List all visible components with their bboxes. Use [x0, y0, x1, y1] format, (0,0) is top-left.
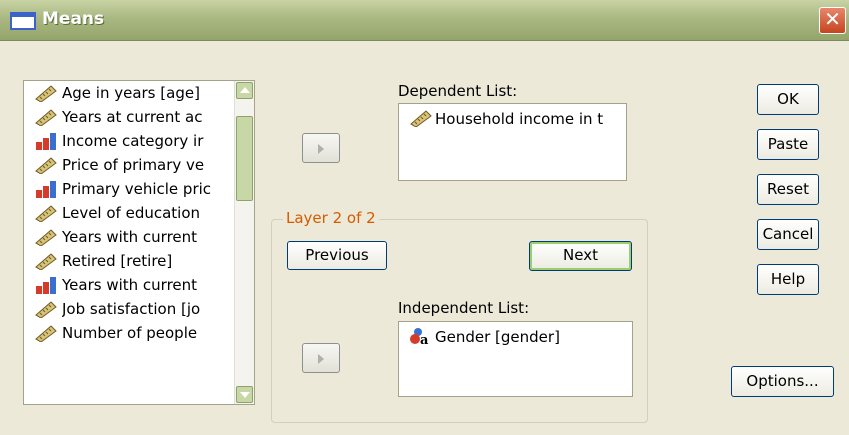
chevron-up-icon: [240, 87, 250, 93]
independent-list[interactable]: Gender [gender]: [398, 321, 633, 397]
move-to-dependent-button[interactable]: [302, 133, 340, 163]
variable-list-item[interactable]: Number of people: [24, 321, 254, 345]
scale-ruler-icon: [34, 300, 58, 318]
scale-ruler-icon: [34, 108, 58, 126]
title-bar: Means ✕: [0, 0, 849, 41]
previous-button[interactable]: Previous: [287, 241, 387, 270]
options-button[interactable]: Options...: [731, 366, 834, 397]
variable-label: Retired [retire]: [62, 252, 173, 270]
independent-item-label: Gender [gender]: [435, 328, 560, 346]
scale-ruler-icon: [34, 84, 58, 102]
reset-button[interactable]: Reset: [757, 174, 819, 205]
help-button-label: Help: [770, 270, 806, 288]
variable-list-item[interactable]: Years with current: [24, 273, 254, 297]
cancel-button[interactable]: Cancel: [757, 219, 819, 250]
variable-list-scrollbar[interactable]: [234, 81, 254, 404]
paste-button-label: Paste: [767, 135, 809, 153]
nominal-icon: [409, 327, 433, 345]
close-button[interactable]: ✕: [819, 7, 846, 34]
next-button[interactable]: Next: [529, 241, 632, 271]
variable-list[interactable]: Age in years [age] Years at current ac Inc…: [23, 80, 255, 405]
dependent-item-label: Household income in t: [435, 110, 604, 128]
reset-button-label: Reset: [767, 180, 809, 198]
scroll-up-button[interactable]: [236, 82, 253, 99]
variable-list-item[interactable]: Price of primary ve: [24, 153, 254, 177]
move-to-independent-button[interactable]: [302, 343, 340, 373]
independent-item[interactable]: Gender [gender]: [409, 327, 560, 346]
previous-button-label: Previous: [305, 246, 369, 264]
variable-list-item[interactable]: Retired [retire]: [24, 249, 254, 273]
scale-ruler-icon: [34, 324, 58, 342]
variable-list-item[interactable]: Age in years [age]: [24, 81, 254, 105]
variable-label: Years with current: [62, 228, 198, 246]
scale-ruler-icon: [34, 204, 58, 222]
variable-label: Price of primary ve: [62, 156, 205, 174]
dependent-list-label: Dependent List:: [398, 82, 518, 100]
variable-label: Years at current ac: [62, 108, 203, 126]
scale-ruler-icon: [34, 228, 58, 246]
window-icon: [10, 12, 36, 30]
scroll-down-button[interactable]: [236, 386, 253, 403]
help-button[interactable]: Help: [757, 264, 819, 295]
window-title: Means: [42, 9, 105, 29]
arrow-right-icon: [318, 144, 324, 154]
ordinal-bar-icon: [34, 132, 58, 150]
variable-label: Primary vehicle pric: [62, 180, 212, 198]
next-button-label: Next: [563, 246, 598, 264]
variable-list-item[interactable]: Job satisfaction [jo: [24, 297, 254, 321]
variable-list-item[interactable]: Level of education: [24, 201, 254, 225]
variable-label: Age in years [age]: [62, 84, 200, 102]
scale-ruler-icon: [34, 156, 58, 174]
variable-list-item[interactable]: Income category ir: [24, 129, 254, 153]
variable-label: Years with current: [62, 276, 198, 294]
dependent-list[interactable]: Household income in t: [398, 103, 627, 181]
variable-list-item[interactable]: Years with current: [24, 225, 254, 249]
cancel-button-label: Cancel: [762, 225, 814, 243]
variable-label: Job satisfaction [jo: [62, 300, 201, 318]
layer-label: Layer 2 of 2: [283, 209, 379, 227]
paste-button[interactable]: Paste: [757, 129, 819, 160]
arrow-right-icon: [318, 354, 324, 364]
ok-button-label: OK: [777, 90, 799, 108]
variable-list-item[interactable]: Years at current ac: [24, 105, 254, 129]
scroll-thumb[interactable]: [236, 116, 253, 201]
chevron-down-icon: [240, 392, 250, 398]
ordinal-bar-icon: [34, 180, 58, 198]
variable-label: Income category ir: [62, 132, 204, 150]
options-button-label: Options...: [746, 372, 819, 390]
variable-label: Level of education: [62, 204, 201, 222]
dependent-item[interactable]: Household income in t: [409, 109, 603, 128]
ordinal-bar-icon: [34, 276, 58, 294]
scale-ruler-icon: [34, 252, 58, 270]
independent-list-label: Independent List:: [398, 299, 530, 317]
variable-label: Number of people: [62, 324, 198, 342]
variable-list-item[interactable]: Primary vehicle pric: [24, 177, 254, 201]
scale-ruler-icon: [409, 109, 433, 127]
ok-button[interactable]: OK: [757, 84, 819, 115]
variable-items: Age in years [age] Years at current ac Inc…: [24, 81, 254, 345]
